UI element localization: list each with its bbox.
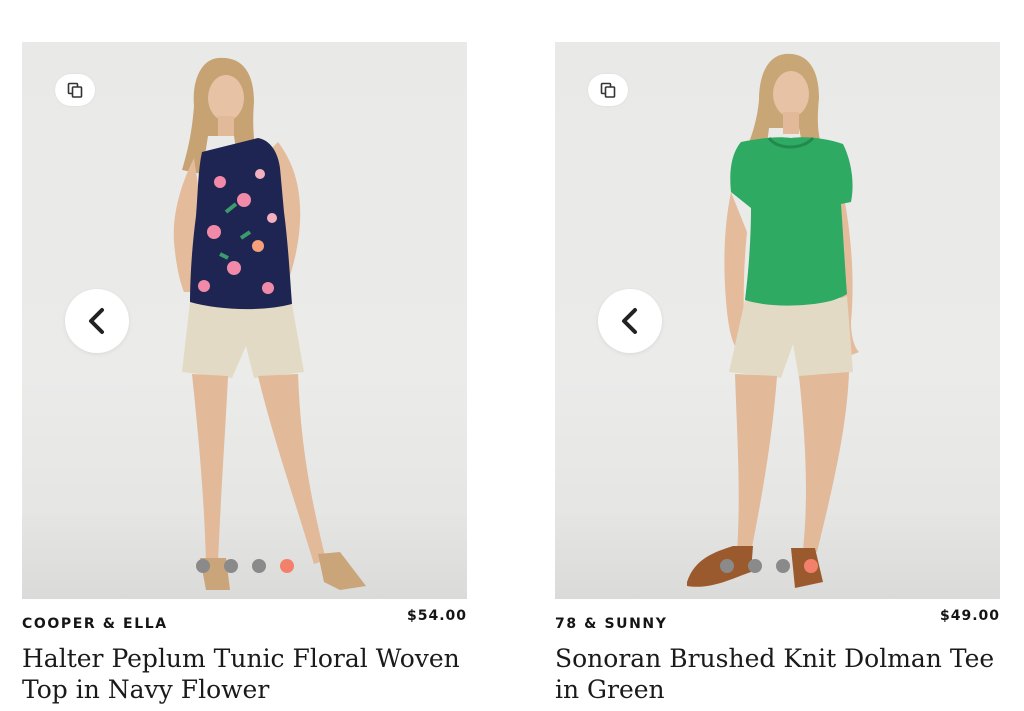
carousel-dot[interactable] (195, 559, 210, 573)
product-grid: COOPER & ELLA $54.00 Halter Peplum Tunic… (0, 0, 1024, 711)
carousel-dot[interactable] (720, 559, 734, 573)
copy-icon (600, 82, 616, 98)
brand-name: 78 & SUNNY (555, 616, 668, 632)
previous-image-button[interactable] (65, 289, 129, 353)
copy-button[interactable] (55, 74, 95, 106)
carousel-dot[interactable] (748, 559, 762, 573)
product-meta: 78 & SUNNY $49.00 Sonoran Brushed Knit D… (555, 599, 1000, 709)
product-title[interactable]: Sonoran Brushed Knit Dolman Tee in Green (555, 643, 995, 705)
previous-image-button[interactable] (598, 289, 662, 353)
carousel-dots (22, 559, 467, 573)
product-image[interactable] (22, 42, 467, 599)
carousel-dot[interactable] (251, 559, 266, 573)
price: $49.00 (939, 608, 1000, 624)
product-card[interactable]: 78 & SUNNY $49.00 Sonoran Brushed Knit D… (555, 42, 1000, 709)
chevron-left-icon (89, 308, 104, 334)
product-image[interactable] (555, 42, 1000, 599)
chevron-left-icon (622, 308, 637, 334)
carousel-dot-active[interactable] (804, 559, 818, 573)
brand-name: COOPER & ELLA (22, 616, 168, 632)
carousel-dots (555, 559, 1000, 573)
carousel-dot[interactable] (776, 559, 790, 573)
copy-button[interactable] (588, 74, 628, 106)
price: $54.00 (406, 608, 467, 624)
carousel-dot[interactable] (223, 559, 238, 573)
product-title[interactable]: Halter Peplum Tunic Floral Woven Top in … (22, 643, 462, 705)
product-card[interactable]: COOPER & ELLA $54.00 Halter Peplum Tunic… (22, 42, 467, 709)
copy-icon (67, 82, 83, 98)
product-meta: COOPER & ELLA $54.00 Halter Peplum Tunic… (22, 599, 467, 709)
carousel-dot-active[interactable] (279, 559, 294, 573)
